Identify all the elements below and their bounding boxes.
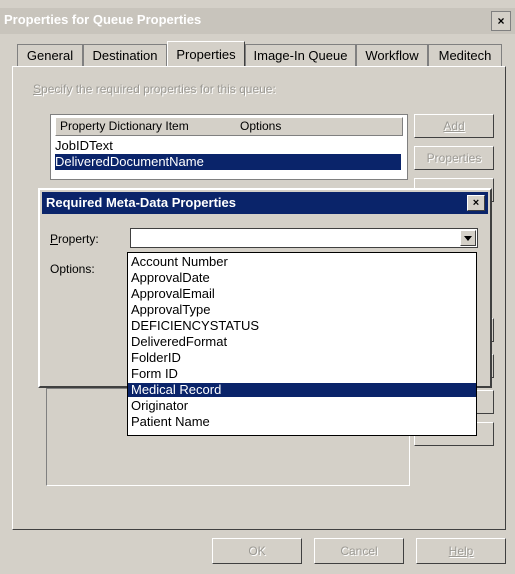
property-label-mnemonic: P (50, 232, 59, 246)
tab-workflow[interactable]: Workflow (356, 44, 428, 66)
cancel-button: Cancel (314, 538, 404, 564)
dropdown-option-selected[interactable]: Medical Record (128, 383, 476, 397)
cancel-label: Cancel (340, 544, 378, 558)
add-button-label: Add (443, 119, 465, 133)
dropdown-option[interactable]: FolderID (128, 351, 476, 365)
properties-window: Properties for Queue Properties × Genera… (0, 0, 515, 574)
dialog-close-button[interactable]: × (467, 195, 485, 211)
property-dropdown-list[interactable]: Account Number ApprovalDate ApprovalEmai… (127, 252, 477, 436)
property-list-header: Property Dictionary Item Options (55, 117, 403, 136)
tab-general[interactable]: General (17, 44, 83, 66)
dropdown-option[interactable]: ApprovalType (128, 303, 476, 317)
tab-destination[interactable]: Destination (83, 44, 167, 66)
dropdown-option[interactable]: DEFICIENCYSTATUS (128, 319, 476, 333)
options-label: Options: (50, 262, 95, 276)
dropdown-option[interactable]: Patient Name (128, 415, 476, 429)
tab-meditech[interactable]: Meditech (428, 44, 502, 66)
dialog-title-bar[interactable]: Required Meta-Data Properties × (42, 192, 488, 214)
property-list[interactable]: Property Dictionary Item Options JobIDTe… (50, 114, 408, 180)
chevron-down-icon (464, 235, 472, 241)
ok-button: OK (212, 538, 302, 564)
dropdown-option[interactable]: DeliveredFormat (128, 335, 476, 349)
dropdown-option[interactable]: Form ID (128, 367, 476, 381)
help-label: Help (448, 544, 474, 558)
property-label-rest: roperty: (58, 232, 99, 246)
help-button: Help (416, 538, 506, 564)
list-item[interactable]: JobIDText (55, 138, 401, 153)
tab-properties[interactable]: Properties (167, 41, 245, 67)
properties-button: Properties (414, 146, 494, 170)
window-title: Properties for Queue Properties (4, 12, 202, 27)
properties-button-label: Properties (426, 151, 482, 165)
dropdown-arrow-button[interactable] (460, 230, 476, 246)
add-button: Add (414, 114, 494, 138)
dropdown-option[interactable]: ApprovalDate (128, 271, 476, 285)
instruction-text: Specify the required properties for this… (33, 82, 276, 96)
list-item-selected[interactable]: DeliveredDocumentName (55, 154, 401, 170)
column-header-item[interactable]: Property Dictionary Item (60, 119, 189, 133)
tab-image-in-queue[interactable]: Image-In Queue (245, 44, 356, 66)
window-title-bar[interactable]: Properties for Queue Properties × (0, 8, 515, 34)
property-label: Property: (50, 232, 99, 246)
instruction-mnemonic: S (33, 82, 42, 96)
dialog-title: Required Meta-Data Properties (46, 195, 236, 210)
dropdown-option[interactable]: Originator (128, 399, 476, 413)
dropdown-option[interactable]: ApprovalEmail (128, 287, 476, 301)
ok-label: OK (248, 544, 266, 558)
dropdown-option[interactable]: Account Number (128, 255, 476, 269)
instruction-rest: pecify the required properties for this … (41, 82, 276, 96)
property-combobox[interactable] (130, 228, 478, 248)
window-close-button[interactable]: × (491, 11, 511, 31)
column-header-options[interactable]: Options (240, 119, 281, 133)
